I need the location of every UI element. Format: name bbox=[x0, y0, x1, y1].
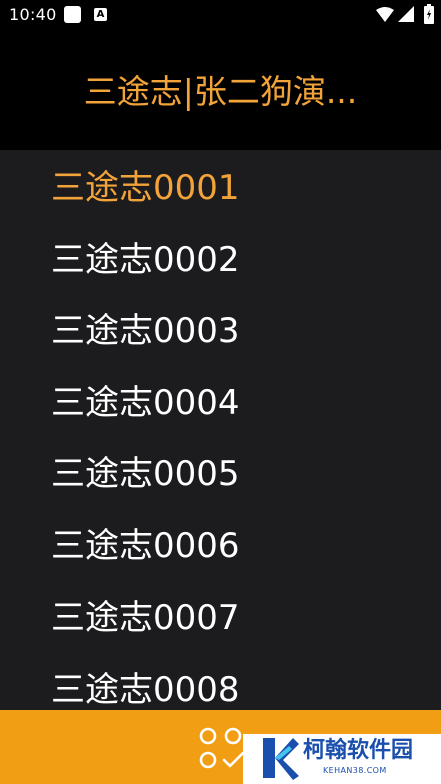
battery-icon bbox=[424, 4, 434, 24]
grid-check-icon[interactable] bbox=[197, 726, 245, 770]
list-item-0002[interactable]: 三途志0002 bbox=[51, 232, 411, 288]
list-item-0003[interactable]: 三途志0003 bbox=[51, 303, 411, 359]
wifi-icon bbox=[376, 7, 394, 22]
list-item-0007[interactable]: 三途志0007 bbox=[51, 590, 411, 646]
notification-square-icon bbox=[64, 6, 81, 23]
app-header: 三途志|张二狗演... bbox=[0, 30, 441, 150]
page-title: 三途志|张二狗演... bbox=[83, 72, 358, 111]
episode-list[interactable]: 三途志0001 三途志0002 三途志0003 三途志0004 三途志0005 … bbox=[0, 150, 441, 710]
screen: 10:40 A 三途志|张二狗演... 三途志0001 三途志0002 三途志0… bbox=[0, 0, 441, 784]
list-item-0005[interactable]: 三途志0005 bbox=[51, 446, 411, 502]
watermark-url: KEHAN38.COM bbox=[323, 766, 387, 775]
list-item-0008[interactable]: 三途志0008 bbox=[51, 662, 411, 710]
notification-a-icon: A bbox=[94, 8, 107, 21]
signal-icon bbox=[398, 6, 414, 22]
status-bar: 10:40 A bbox=[0, 0, 441, 30]
list-item-0001[interactable]: 三途志0001 bbox=[51, 160, 411, 216]
list-item-0006[interactable]: 三途志0006 bbox=[51, 518, 411, 574]
bottom-bar: 柯翰软件园 KEHAN38.COM bbox=[0, 710, 441, 784]
kehan-logo-icon bbox=[263, 738, 299, 780]
list-item-0004[interactable]: 三途志0004 bbox=[51, 375, 411, 431]
status-time: 10:40 bbox=[9, 5, 57, 24]
watermark: 柯翰软件园 KEHAN38.COM bbox=[243, 734, 441, 784]
watermark-name: 柯翰软件园 bbox=[303, 738, 414, 763]
